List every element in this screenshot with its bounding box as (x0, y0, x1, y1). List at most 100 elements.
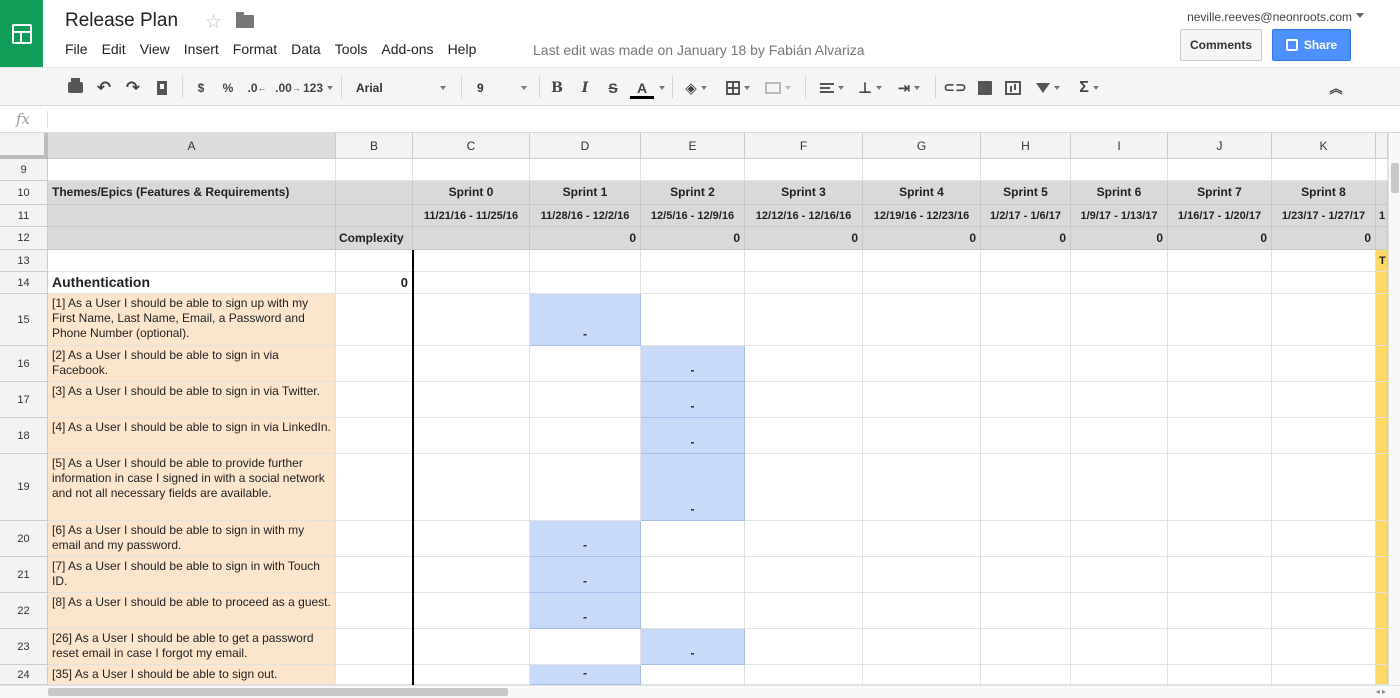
insert-chart-icon[interactable] (1002, 68, 1024, 107)
cell-l23[interactable] (1376, 629, 1388, 665)
cell-l16[interactable] (1376, 346, 1388, 382)
cell-c12[interactable] (413, 227, 530, 250)
row-header-24[interactable]: 24 (0, 665, 48, 685)
cell-k17[interactable] (1272, 382, 1376, 418)
cell-g16[interactable] (863, 346, 981, 382)
decrease-decimals-button[interactable]: .0 ← (245, 68, 269, 107)
cell-c24[interactable] (413, 665, 530, 685)
cell-j12[interactable]: 0 (1168, 227, 1272, 250)
cell-e11[interactable]: 12/5/16 - 12/9/16 (641, 205, 745, 227)
cell-h10[interactable]: Sprint 5 (981, 181, 1071, 205)
cell-j16[interactable] (1168, 346, 1272, 382)
cell-l11[interactable]: 1 (1376, 205, 1388, 227)
folder-icon[interactable] (236, 12, 254, 28)
column-header-h[interactable]: H (981, 133, 1071, 159)
text-wrap-icon[interactable]: ⇥ (891, 68, 927, 107)
increase-decimals-button[interactable]: .00 → (274, 68, 302, 107)
cell-h13[interactable] (981, 250, 1071, 272)
cell-b15[interactable] (336, 294, 413, 346)
cell-a15[interactable]: [1] As a User I should be able to sign u… (48, 294, 336, 346)
font-family-select[interactable]: Arial (356, 68, 446, 107)
cell-i17[interactable] (1071, 382, 1168, 418)
cell-h23[interactable] (981, 629, 1071, 665)
cell-a13[interactable] (48, 250, 336, 272)
cell-b14[interactable]: 0 (336, 272, 413, 294)
cell-j19[interactable] (1168, 454, 1272, 521)
scroll-arrows-icon[interactable]: ◂ ▸ (1376, 687, 1386, 696)
cell-c18[interactable] (413, 418, 530, 454)
cell-j18[interactable] (1168, 418, 1272, 454)
vertical-align-icon[interactable]: ⊥ (853, 68, 887, 107)
cell-i24[interactable] (1071, 665, 1168, 685)
cell-g21[interactable] (863, 557, 981, 593)
cell-f9[interactable] (745, 159, 863, 181)
cell-a19[interactable]: [5] As a User I should be able to provid… (48, 454, 336, 521)
cell-g18[interactable] (863, 418, 981, 454)
cell-d19[interactable] (530, 454, 641, 521)
cell-k23[interactable] (1272, 629, 1376, 665)
menu-insert[interactable]: Insert (177, 41, 226, 57)
cell-c23[interactable] (413, 629, 530, 665)
cell-k20[interactable] (1272, 521, 1376, 557)
row-header-10[interactable]: 10 (0, 181, 48, 205)
cell-b21[interactable] (336, 557, 413, 593)
row-header-13[interactable]: 13 (0, 250, 48, 272)
cell-j10[interactable]: Sprint 7 (1168, 181, 1272, 205)
share-button[interactable]: Share (1272, 29, 1351, 61)
horizontal-scrollbar[interactable]: ◂ ▸ (0, 685, 1400, 698)
cell-a16[interactable]: [2] As a User I should be able to sign i… (48, 346, 336, 382)
cell-d13[interactable] (530, 250, 641, 272)
cell-d24[interactable]: - (530, 665, 641, 685)
cell-d9[interactable] (530, 159, 641, 181)
cell-e17[interactable]: - (641, 382, 745, 418)
cell-f17[interactable] (745, 382, 863, 418)
cell-f12[interactable]: 0 (745, 227, 863, 250)
cell-e22[interactable] (641, 593, 745, 629)
cell-j21[interactable] (1168, 557, 1272, 593)
row-header-16[interactable]: 16 (0, 346, 48, 382)
cell-e14[interactable] (641, 272, 745, 294)
row-header-20[interactable]: 20 (0, 521, 48, 557)
cell-h12[interactable]: 0 (981, 227, 1071, 250)
vertical-scrollbar[interactable] (1388, 133, 1400, 685)
row-header-23[interactable]: 23 (0, 629, 48, 665)
cell-i9[interactable] (1071, 159, 1168, 181)
cell-j13[interactable] (1168, 250, 1272, 272)
cell-h9[interactable] (981, 159, 1071, 181)
cell-j11[interactable]: 1/16/17 - 1/20/17 (1168, 205, 1272, 227)
cell-i12[interactable]: 0 (1071, 227, 1168, 250)
cell-i21[interactable] (1071, 557, 1168, 593)
cell-i15[interactable] (1071, 294, 1168, 346)
cell-j15[interactable] (1168, 294, 1272, 346)
text-color-button[interactable]: A (629, 68, 655, 107)
select-all-corner[interactable] (0, 133, 48, 159)
cell-d21[interactable]: - (530, 557, 641, 593)
cell-g23[interactable] (863, 629, 981, 665)
cell-f11[interactable]: 12/12/16 - 12/16/16 (745, 205, 863, 227)
cell-k16[interactable] (1272, 346, 1376, 382)
fill-color-icon[interactable]: ◈ (681, 68, 711, 107)
cell-i23[interactable] (1071, 629, 1168, 665)
horizontal-scroll-thumb[interactable] (48, 688, 508, 696)
filter-icon[interactable] (1030, 68, 1066, 107)
column-header-l[interactable] (1376, 133, 1388, 159)
cell-b13[interactable] (336, 250, 413, 272)
row-header-15[interactable]: 15 (0, 294, 48, 346)
redo-icon[interactable]: ↷ (122, 68, 144, 107)
menu-data[interactable]: Data (284, 41, 328, 57)
row-header-12[interactable]: 12 (0, 227, 48, 250)
cell-g22[interactable] (863, 593, 981, 629)
vertical-scroll-thumb[interactable] (1391, 163, 1399, 193)
cell-b23[interactable] (336, 629, 413, 665)
comments-button[interactable]: Comments (1180, 29, 1262, 61)
row-header-14[interactable]: 14 (0, 272, 48, 294)
cell-e24[interactable] (641, 665, 745, 685)
cell-c9[interactable] (413, 159, 530, 181)
merge-cells-icon[interactable] (758, 68, 798, 107)
row-header-19[interactable]: 19 (0, 454, 48, 521)
cell-b22[interactable] (336, 593, 413, 629)
row-header-11[interactable]: 11 (0, 205, 48, 227)
cell-i14[interactable] (1071, 272, 1168, 294)
cell-c15[interactable] (413, 294, 530, 346)
cell-k14[interactable] (1272, 272, 1376, 294)
